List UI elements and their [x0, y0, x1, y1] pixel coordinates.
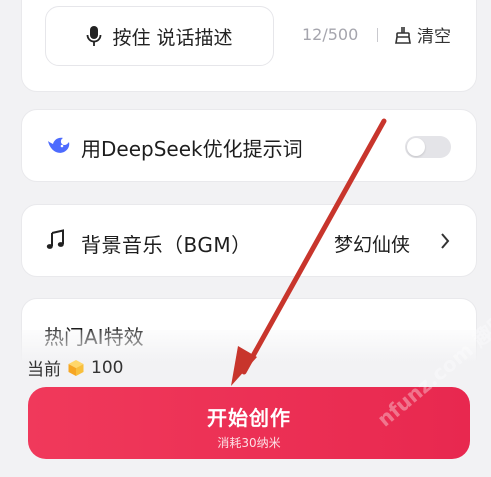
cost-label: 消耗30纳米 [217, 436, 281, 450]
balance-prefix: 当前 [27, 360, 61, 380]
char-counter: 12/500 [302, 25, 359, 44]
deepseek-toggle[interactable] [405, 136, 451, 158]
bgm-label: 背景音乐（BGM） [81, 233, 252, 257]
hold-to-speak-button[interactable]: 按住 说话描述 [45, 6, 274, 66]
microphone-icon [87, 26, 102, 46]
voice-input-card: 按住 说话描述 12/500 清空 [21, 0, 477, 92]
music-note-icon [46, 229, 64, 249]
broom-icon [395, 26, 411, 44]
clear-label: 清空 [417, 27, 451, 47]
clear-button[interactable]: 清空 [393, 22, 451, 47]
deepseek-optimize-card: 用DeepSeek优化提示词 [21, 109, 477, 182]
balance-amount: 100 [91, 357, 124, 378]
toggle-knob [407, 138, 425, 156]
nano-cube-icon [68, 359, 84, 376]
hold-to-speak-label: 按住 说话描述 [112, 26, 233, 49]
bgm-selected-value: 梦幻仙侠 [334, 234, 411, 256]
divider [377, 28, 378, 42]
chevron-right-icon [441, 233, 450, 249]
balance-indicator: 当前 100 [27, 355, 124, 381]
deepseek-whale-icon [48, 137, 70, 153]
bgm-card[interactable]: 背景音乐（BGM） 梦幻仙侠 [21, 204, 477, 277]
deepseek-label: 用DeepSeek优化提示词 [81, 137, 303, 161]
